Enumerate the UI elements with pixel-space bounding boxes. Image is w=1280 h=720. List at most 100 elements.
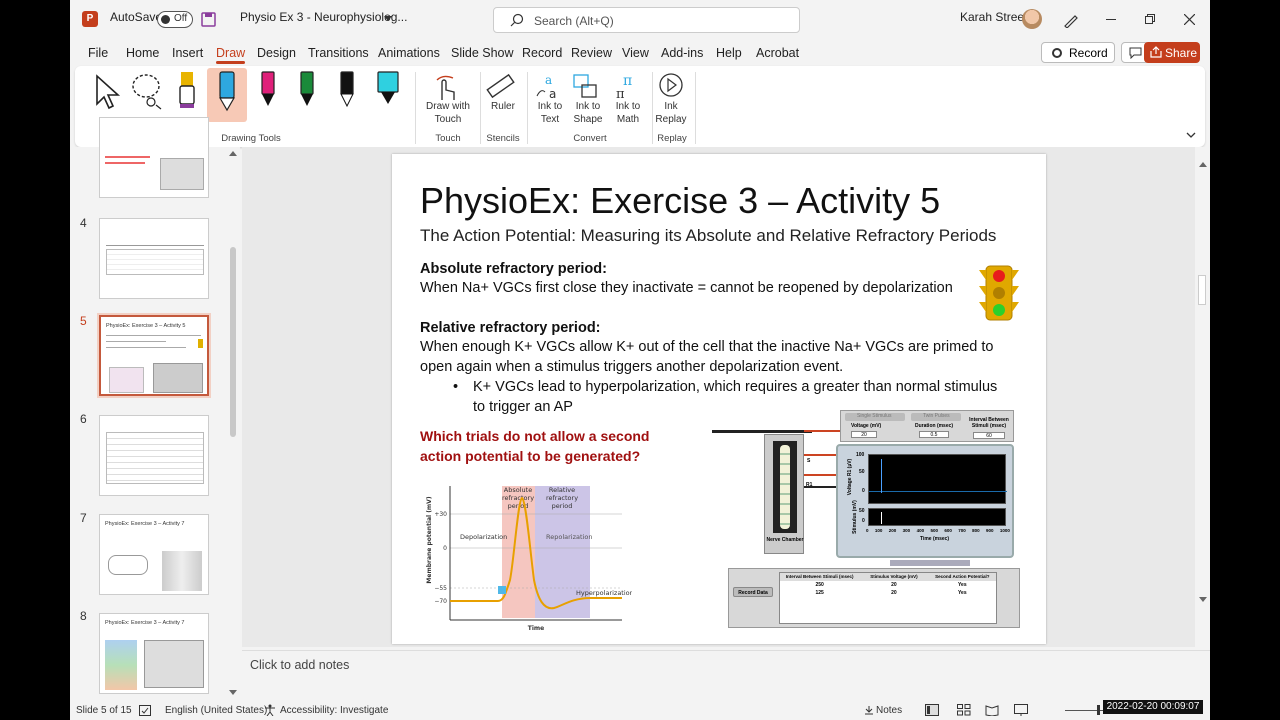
document-title[interactable]: Physio Ex 3 - Neurophysiolog...: [240, 10, 407, 24]
tab-help[interactable]: Help: [716, 46, 742, 60]
tab-transitions[interactable]: Transitions: [308, 46, 369, 60]
spelling-check-icon[interactable]: [139, 705, 151, 716]
slide-editor: PhysioEx: Exercise 3 – Activity 5 The Ac…: [242, 147, 1210, 647]
interval-value[interactable]: 60: [973, 432, 1005, 439]
tab-file[interactable]: File: [88, 46, 108, 60]
slide-thumbnail-selected[interactable]: PhysioEx: Exercise 3 – Activity 5: [99, 315, 209, 396]
ruler-icon[interactable]: [485, 72, 515, 102]
draw-with-touch-icon[interactable]: [433, 72, 459, 102]
lasso-select-icon[interactable]: [130, 72, 164, 110]
collapse-ribbon-icon[interactable]: [1186, 132, 1196, 139]
pen-cyan-icon[interactable]: [375, 70, 401, 110]
ink-to-text-label[interactable]: Ink to Text: [532, 100, 568, 126]
voltage-value[interactable]: 20: [851, 431, 877, 438]
autosave-toggle[interactable]: Off: [157, 11, 193, 28]
scroll-up-icon[interactable]: [229, 150, 237, 156]
accessibility-status[interactable]: Accessibility: Investigate: [280, 705, 388, 716]
ink-replay-icon[interactable]: [657, 71, 685, 99]
select-arrow-icon[interactable]: [93, 74, 121, 110]
tab-review[interactable]: Review: [571, 46, 612, 60]
pen-sparkle-icon[interactable]: [1063, 12, 1079, 28]
ink-to-text-icon[interactable]: aa: [535, 72, 563, 100]
tab-add-ins[interactable]: Add-ins: [661, 46, 703, 60]
draw-with-touch-label[interactable]: Draw with Touch: [420, 100, 476, 126]
tab-home[interactable]: Home: [126, 46, 159, 60]
x-label: Time (msec): [920, 536, 950, 542]
scroll-up-icon[interactable]: [1199, 161, 1207, 167]
slide-canvas[interactable]: PhysioEx: Exercise 3 – Activity 5 The Ac…: [392, 154, 1046, 644]
tab-slide-show[interactable]: Slide Show: [451, 46, 514, 60]
normal-view-icon[interactable]: [925, 704, 939, 716]
editor-scrollbar[interactable]: [1195, 147, 1210, 647]
record-data-button[interactable]: Record Data: [733, 587, 773, 597]
slide-thumbnail[interactable]: PhysioEx: Exercise 3 – Activity 7: [99, 514, 209, 595]
draw-ribbon: Drawing Tools Draw with Touch Touch Rule…: [75, 66, 1205, 147]
record-button[interactable]: Record: [1041, 42, 1115, 63]
nerve-chamber-label: Nerve Chamber: [766, 537, 804, 543]
zoom-slider-thumb[interactable]: [1097, 705, 1100, 715]
tab-acrobat[interactable]: Acrobat: [756, 46, 799, 60]
table-row[interactable]: 125 20 Yes: [780, 589, 996, 597]
pen-magenta-icon[interactable]: [259, 70, 277, 110]
scrollbar-thumb[interactable]: [230, 247, 236, 437]
title-bar: P AutoSave Off Physio Ex 3 - Neurophysio…: [70, 0, 1210, 40]
language[interactable]: English (United States): [165, 705, 267, 716]
highlighter-icon[interactable]: [177, 70, 197, 110]
graph-tick: +30: [434, 511, 447, 518]
tab-record[interactable]: Record: [522, 46, 562, 60]
search-placeholder: Search (Alt+Q): [534, 14, 614, 28]
slide-title[interactable]: PhysioEx: Exercise 3 – Activity 5: [420, 180, 940, 222]
tab-draw[interactable]: Draw: [216, 46, 246, 64]
pen-green-icon[interactable]: [298, 70, 316, 110]
x-tick: 900: [986, 528, 994, 533]
x-tick: 200: [888, 528, 897, 533]
search-box[interactable]: Search (Alt+Q): [493, 7, 800, 33]
user-name[interactable]: Karah Street: [960, 10, 1027, 24]
ink-to-math-label[interactable]: Ink to Math: [608, 100, 648, 126]
divider: [695, 72, 696, 144]
ink-to-shape-icon[interactable]: [571, 72, 599, 100]
tab-design[interactable]: Design: [257, 46, 296, 60]
scrollbar-thumb[interactable]: [1198, 275, 1206, 305]
ink-to-shape-label[interactable]: Ink to Shape: [568, 100, 608, 126]
share-button[interactable]: Share: [1144, 42, 1200, 63]
ink-to-math-icon[interactable]: ππ: [611, 72, 639, 100]
thumbnail-title: PhysioEx: Exercise 3 – Activity 5: [106, 323, 186, 329]
accessibility-icon[interactable]: [264, 704, 276, 716]
chevron-down-icon[interactable]: [384, 16, 392, 22]
divider: [527, 72, 528, 144]
close-icon[interactable]: [1184, 14, 1195, 25]
pen-black-icon[interactable]: [338, 70, 356, 110]
avatar[interactable]: [1022, 9, 1042, 29]
table-row[interactable]: 250 20 Yes: [780, 581, 996, 589]
thumbnail-scrollbar[interactable]: [227, 147, 239, 700]
slide-subtitle[interactable]: The Action Potential: Measuring its Abso…: [420, 226, 996, 246]
tab-insert[interactable]: Insert: [172, 46, 203, 60]
scroll-down-icon[interactable]: [1199, 597, 1207, 603]
question-line-2: action potential to be generated?: [420, 448, 641, 464]
slideshow-view-icon[interactable]: [1014, 704, 1028, 716]
slide-thumbnail[interactable]: [99, 218, 209, 299]
duration-value[interactable]: 0.5: [919, 431, 949, 438]
notes-pane[interactable]: Click to add notes: [242, 650, 1210, 700]
save-icon[interactable]: [201, 12, 216, 27]
tab-animations[interactable]: Animations: [378, 46, 440, 60]
scroll-down-icon[interactable]: [229, 690, 237, 696]
question-line-1: Which trials do not allow a second: [420, 428, 650, 444]
ink-replay-label[interactable]: Ink Replay: [653, 100, 689, 126]
tab-view[interactable]: View: [622, 46, 649, 60]
group-label-stencils: Stencils: [486, 133, 520, 144]
minimize-icon[interactable]: [1106, 19, 1116, 21]
pen-blue-icon[interactable]: [217, 70, 237, 114]
electrode-s: S: [807, 458, 811, 464]
slide-thumbnail[interactable]: [99, 415, 209, 496]
search-icon: [510, 13, 524, 27]
slide-thumbnail[interactable]: PhysioEx: Exercise 3 – Activity 7: [99, 613, 209, 694]
notes-icon[interactable]: [864, 705, 874, 715]
slide-sorter-icon[interactable]: [957, 704, 971, 716]
reading-view-icon[interactable]: [985, 704, 999, 716]
ruler-label[interactable]: Ruler: [483, 100, 523, 113]
notes-toggle[interactable]: Notes: [876, 705, 902, 716]
slide-thumbnail[interactable]: [99, 117, 209, 198]
restore-icon[interactable]: [1145, 14, 1155, 24]
